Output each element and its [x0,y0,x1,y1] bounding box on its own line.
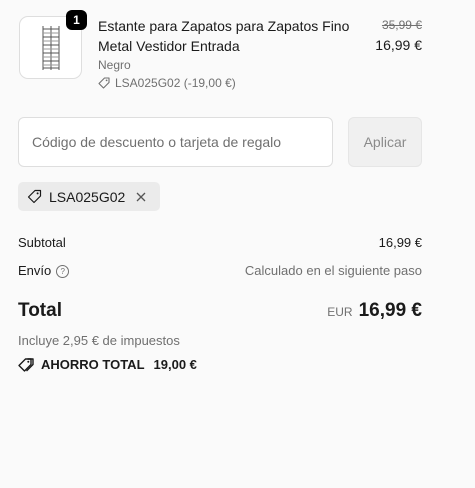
product-variant: Negro [98,58,131,72]
shipping-label: Envío [18,263,52,278]
quantity-badge: 1 [66,10,87,30]
shoe-rack-image [42,26,60,70]
savings-tag-icon [18,357,34,372]
subtotal-value: 16,99 € [378,235,422,250]
product-title: Estante para Zapatos para Zapatos Fino M… [98,18,350,54]
applied-code-label: LSA025G02 [49,188,126,205]
total-row: Total EUR 16,99 € [18,300,422,322]
discount-code-input[interactable] [18,117,333,167]
tag-icon [98,77,110,89]
tag-icon [27,189,42,204]
product-discount-line: LSA025G02 (-19,00 €) [98,76,236,90]
subtotal-row: Subtotal 16,99 € [18,235,422,250]
total-savings: AHORRO TOTAL 19,00 € [18,357,197,372]
savings-label: AHORRO TOTAL [41,357,145,372]
help-icon[interactable]: ? [56,265,70,279]
applied-code-chip: LSA025G02 [18,182,160,211]
subtotal-label: Subtotal [18,235,66,250]
total-amount: 16,99 € [358,300,422,321]
shipping-value: Calculado en el siguiente paso [244,263,422,279]
price-original: 35,99 € [381,18,422,32]
product-discount-text: LSA025G02 (-19,00 €) [115,76,236,90]
price-current: 16,99 € [375,37,422,53]
savings-value: 19,00 € [153,357,197,372]
shipping-row: Envío? Calculado en el siguiente paso [18,263,422,279]
apply-button[interactable]: Aplicar [348,117,422,167]
taxes-note: Incluye 2,95 € de impuestos [18,333,180,348]
currency-code: EUR [327,305,353,319]
total-label: Total [18,300,62,321]
close-icon[interactable] [136,192,146,202]
